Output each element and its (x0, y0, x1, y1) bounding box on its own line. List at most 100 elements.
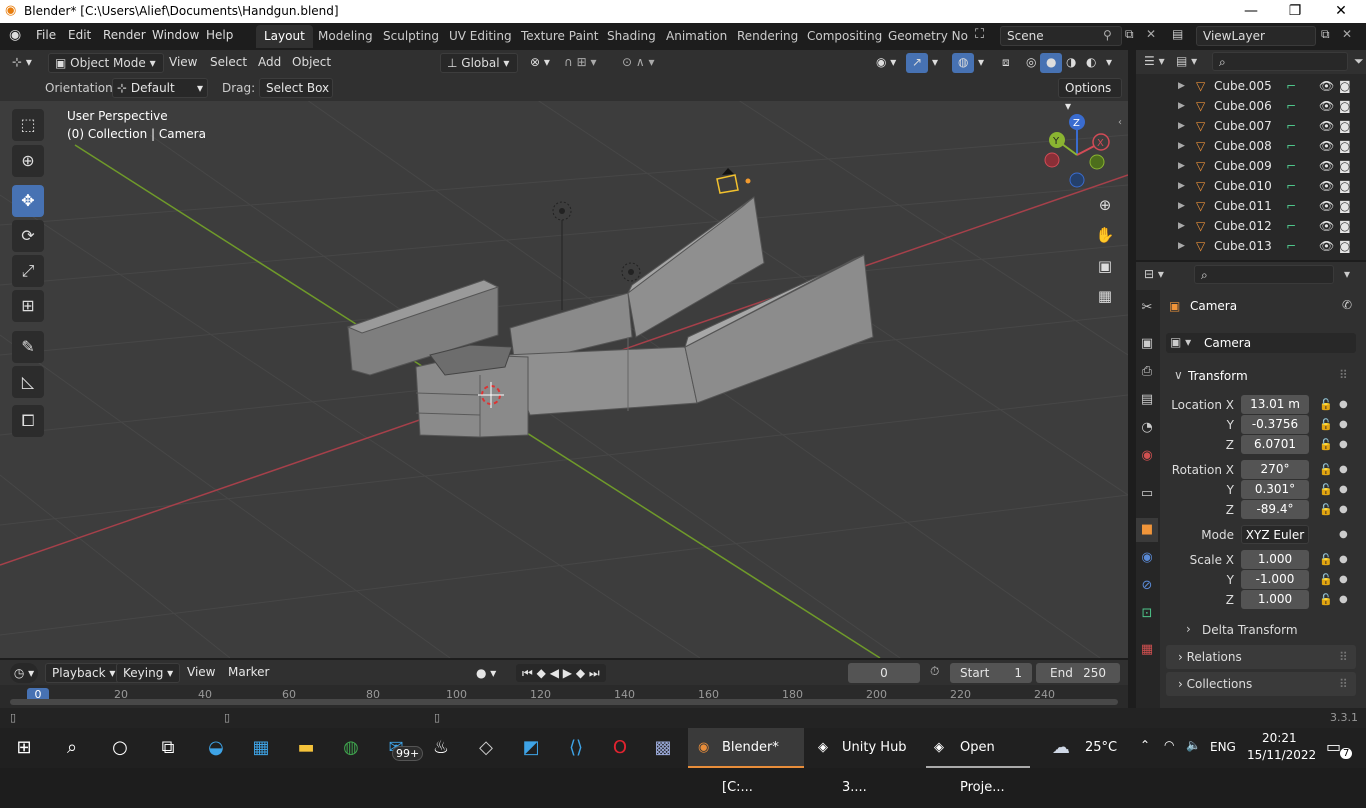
transform-orientation[interactable]: ⊥ Global ▾ (440, 53, 518, 73)
modifier-icon[interactable]: ⌐ (1286, 116, 1296, 136)
modifier-icon[interactable]: ⌐ (1286, 236, 1296, 256)
current-frame-field[interactable]: 0 (848, 663, 920, 683)
keyframe-dot-icon[interactable]: ● (1339, 439, 1348, 450)
tab-texture-paint[interactable]: Texture Paint (513, 25, 606, 48)
keyframe-dot-icon[interactable]: ● (1339, 504, 1348, 515)
expand-arrow-icon[interactable]: ▶ (1178, 176, 1185, 196)
new-view-layer-icon[interactable]: ⧉ (1321, 27, 1330, 42)
add-cube-tool[interactable]: ⧠ (12, 405, 44, 437)
expand-arrow-icon[interactable]: ▶ (1178, 156, 1185, 176)
azure-icon[interactable]: ◩ (515, 732, 547, 764)
camera-render-icon[interactable]: ◙ (1339, 76, 1351, 96)
chevron-down-icon[interactable]: ▾ (1344, 267, 1350, 281)
camera-render-icon[interactable]: ◙ (1339, 176, 1351, 196)
menu-render[interactable]: Render (103, 28, 146, 42)
editor-type-icon[interactable]: ⊹ ▾ (6, 53, 38, 73)
app-icon[interactable]: ▩ (647, 732, 679, 764)
eye-icon[interactable]: 👁 (1319, 196, 1334, 216)
keyframe-dot-icon[interactable]: ● (1339, 419, 1348, 430)
close-button[interactable]: ✕ (1318, 0, 1364, 23)
keyframe-dot-icon[interactable]: ● (1339, 554, 1348, 565)
delta-transform-section[interactable]: › Delta Transform (1180, 620, 1356, 640)
timeline-view-menu[interactable]: View (187, 665, 215, 679)
gizmo-toggle-icon[interactable]: ↗ (906, 53, 929, 73)
snap-icon[interactable]: ∩ ⊞ ▾ (558, 53, 603, 73)
keyframe-dot-icon[interactable]: ● (1339, 594, 1348, 605)
rotation-x-field[interactable]: 270° (1241, 460, 1309, 479)
tab-geometry-nodes[interactable]: Geometry Noc (880, 25, 968, 48)
keying-menu[interactable]: Keying ▾ (116, 663, 181, 683)
modifier-icon[interactable]: ⌐ (1286, 156, 1296, 176)
eye-icon[interactable]: 👁 (1319, 236, 1334, 256)
outliner-search-input[interactable]: ⌕ (1212, 52, 1348, 71)
lock-icon[interactable]: 🔓 (1319, 503, 1333, 516)
move-tool[interactable]: ✥ (12, 185, 44, 217)
xray-icon[interactable]: ⧈ (996, 53, 1016, 73)
lock-icon[interactable]: 🔓 (1319, 553, 1333, 566)
minimize-button[interactable]: — (1228, 0, 1274, 23)
scale-z-field[interactable]: 1.000 (1241, 590, 1309, 609)
display-mode-icon[interactable]: ▤ ▾ (1176, 54, 1197, 68)
language-indicator[interactable]: ENG (1210, 740, 1236, 754)
scene-tab-icon[interactable]: ◔ (1136, 416, 1158, 440)
unity-icon[interactable]: ◇ (470, 732, 502, 764)
eye-icon[interactable]: 👁 (1319, 116, 1334, 136)
vscode-icon[interactable]: ⟨⟩ (560, 732, 592, 764)
menu-object[interactable]: Object (286, 53, 337, 73)
timeline-editor-icon[interactable]: ◷ ▾ (10, 663, 38, 683)
lock-icon[interactable]: 🔓 (1319, 483, 1333, 496)
outliner-item-cube-010[interactable]: ▶ ▽ Cube.010 ⌐ 👁 ◙ (1136, 176, 1366, 196)
notification-icon[interactable]: ▭ (1326, 737, 1341, 756)
menu-edit[interactable]: Edit (68, 28, 91, 42)
start-frame-field[interactable]: Start 1 (950, 663, 1032, 683)
play-reverse-icon[interactable]: ◀ (550, 666, 559, 680)
steam-icon[interactable]: ♨ (425, 732, 457, 764)
tab-animation[interactable]: Animation (658, 25, 735, 48)
opera-icon[interactable]: O (604, 732, 636, 764)
weather-temperature[interactable]: 25°C (1085, 740, 1117, 755)
camera-data-tab-icon[interactable]: ⊡ (1136, 602, 1158, 626)
camera-render-icon[interactable]: ◙ (1339, 156, 1351, 176)
rotation-z-field[interactable]: -89.4° (1241, 500, 1309, 519)
modifier-icon[interactable]: ⌐ (1286, 76, 1296, 96)
volume-icon[interactable]: 🔈 (1186, 738, 1201, 752)
light-object-2[interactable] (621, 262, 641, 282)
outliner-item-cube-008[interactable]: ▶ ▽ Cube.008 ⌐ 👁 ◙ (1136, 136, 1366, 156)
tab-layout[interactable]: Layout (256, 25, 313, 48)
store-icon[interactable]: ▦ (245, 732, 277, 764)
clock-date[interactable]: 15/11/2022 (1247, 748, 1316, 762)
transform-tool[interactable]: ⊞ (12, 290, 44, 322)
tab-uv-editing[interactable]: UV Editing (441, 25, 520, 48)
3d-viewport[interactable]: Z X Y Orientation: ⊹ Default ▾ Drag: Sel… (0, 75, 1128, 658)
end-frame-field[interactable]: End 250 (1036, 663, 1120, 683)
search-icon[interactable]: ⌕ (56, 732, 88, 764)
pin-icon[interactable]: ✆ (1342, 298, 1352, 312)
edge-browser-icon[interactable]: ◒ (200, 732, 232, 764)
ortho-grid-icon[interactable]: ▦ (1092, 283, 1118, 309)
windows-start-icon[interactable]: ⊞ (8, 732, 40, 764)
expand-arrow-icon[interactable]: ▶ (1178, 96, 1185, 116)
outliner-item-cube-011[interactable]: ▶ ▽ Cube.011 ⌐ 👁 ◙ (1136, 196, 1366, 216)
select-box-tool[interactable]: ⬚ (12, 109, 44, 141)
handgun-mesh[interactable] (346, 196, 874, 438)
visibility-icon[interactable]: ◉ ▾ (870, 53, 902, 73)
location-x-field[interactable]: 13.01 m (1241, 395, 1309, 414)
properties-search-input[interactable]: ⌕ (1194, 265, 1334, 284)
outliner-item-cube-007[interactable]: ▶ ▽ Cube.007 ⌐ 👁 ◙ (1136, 116, 1366, 136)
outliner-item-cube-013[interactable]: ▶ ▽ Cube.013 ⌐ 👁 ◙ (1136, 236, 1366, 256)
menu-window[interactable]: Window (152, 28, 199, 42)
menu-view[interactable]: View (163, 53, 203, 73)
location-z-field[interactable]: 6.0701 (1241, 435, 1309, 454)
playback-menu[interactable]: Playback ▾ (45, 663, 123, 683)
menu-file[interactable]: File (36, 28, 56, 42)
drag-handle-icon[interactable]: ⠿ (1339, 368, 1348, 382)
eye-icon[interactable]: 👁 (1319, 76, 1334, 96)
tab-modeling[interactable]: Modeling (310, 25, 381, 48)
modifier-tab-icon[interactable]: ◉ (1136, 546, 1158, 570)
eye-icon[interactable]: 👁 (1319, 136, 1334, 156)
drag-handle-icon[interactable]: ⠿ (1339, 672, 1348, 696)
drag-handle-icon[interactable]: ⠿ (1339, 645, 1348, 669)
outliner-item-cube-005[interactable]: ▶ ▽ Cube.005 ⌐ 👁 ◙ (1136, 76, 1366, 96)
menu-help[interactable]: Help (206, 28, 233, 42)
tab-rendering[interactable]: Rendering (729, 25, 806, 48)
